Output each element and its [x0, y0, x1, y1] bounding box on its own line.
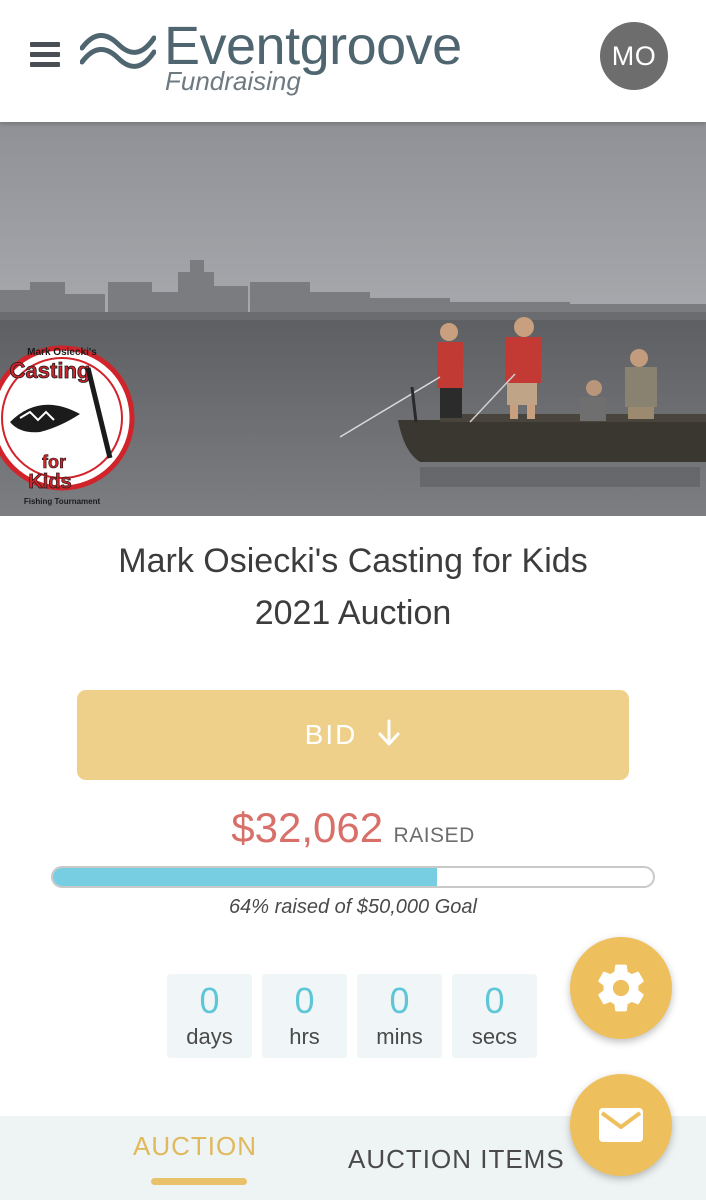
active-tab-indicator: [151, 1178, 247, 1185]
app-root: Eventgroove Fundraising MO Mark Osiecki'…: [0, 0, 706, 1200]
bid-button-label: BID: [304, 719, 358, 750]
mail-button[interactable]: [570, 1074, 672, 1176]
user-avatar[interactable]: MO: [600, 22, 668, 90]
countdown-value: 0: [294, 980, 315, 1021]
svg-text:Kids: Kids: [28, 471, 71, 493]
raised-amount: $32,062: [231, 804, 384, 851]
countdown-unit: hrs: [289, 1024, 320, 1049]
event-title-line-1: Mark Osiecki's Casting for Kids: [118, 542, 588, 580]
menu-icon[interactable]: [28, 40, 64, 70]
gear-icon: [598, 964, 644, 1012]
raised-summary: $32,062 RAISED: [0, 804, 706, 852]
svg-text:for: for: [42, 452, 66, 472]
countdown-value: 0: [199, 980, 220, 1021]
tab-auction[interactable]: AUCTION: [133, 1131, 257, 1162]
goal-text: 64% raised of $50,000 Goal: [229, 896, 477, 918]
raised-label: RAISED: [393, 824, 475, 847]
countdown-unit: secs: [471, 1024, 518, 1049]
countdown-timer: 0 days 0 hrs 0 mins 0 secs: [167, 974, 537, 1058]
event-title: Mark Osiecki's Casting for Kids 2021 Auc…: [0, 535, 706, 639]
countdown-secs: 0 secs: [452, 974, 537, 1058]
countdown-mins: 0 mins: [357, 974, 442, 1058]
hero-image: Mark Osiecki's Casting for Kids Fishing …: [0, 122, 706, 516]
hero-photo-illustration: Mark Osiecki's Casting for Kids Fishing …: [0, 122, 706, 516]
svg-text:Fishing Tournament: Fishing Tournament: [24, 497, 101, 506]
arrow-down-icon: [377, 719, 401, 752]
event-title-line-2: 2021 Auction: [254, 594, 452, 632]
bid-button[interactable]: BID: [77, 690, 629, 780]
svg-text:Mark Osiecki's: Mark Osiecki's: [27, 347, 97, 358]
tab-auction-items[interactable]: AUCTION ITEMS: [348, 1144, 565, 1175]
svg-text:Casting: Casting: [10, 358, 91, 383]
countdown-value: 0: [389, 980, 410, 1021]
brand-logo[interactable]: Eventgroove Fundraising: [78, 14, 508, 98]
progress-fill: [53, 868, 437, 886]
countdown-hrs: 0 hrs: [262, 974, 347, 1058]
settings-button[interactable]: [570, 937, 672, 1039]
brand-subtitle: Fundraising: [165, 66, 301, 96]
countdown-value: 0: [484, 980, 505, 1021]
top-header: Eventgroove Fundraising MO: [0, 0, 706, 122]
countdown-days: 0 days: [167, 974, 252, 1058]
fundraising-progress-bar: [51, 866, 655, 888]
countdown-unit: mins: [376, 1024, 423, 1049]
mail-icon: [599, 1108, 643, 1142]
countdown-unit: days: [186, 1024, 233, 1049]
wave-logo-icon: [80, 33, 156, 69]
